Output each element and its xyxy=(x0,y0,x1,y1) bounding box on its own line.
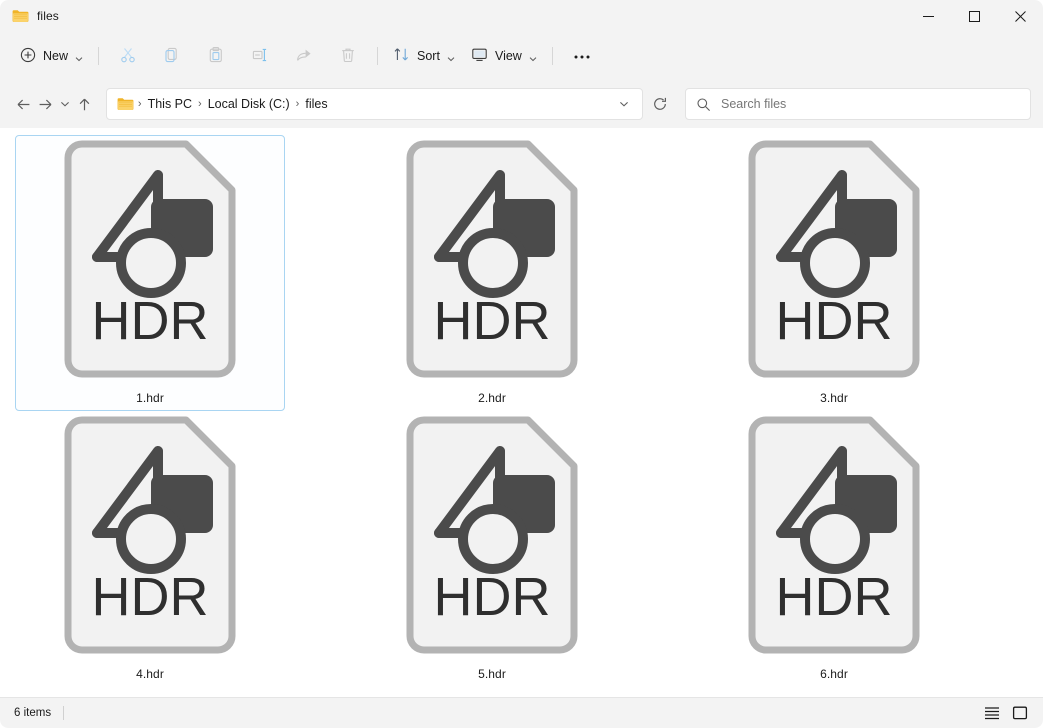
address-bar[interactable]: › This PC › Local Disk (C:) › files xyxy=(105,88,643,120)
recent-locations-button[interactable] xyxy=(56,89,74,119)
new-button[interactable]: New xyxy=(12,40,91,72)
rename-icon xyxy=(251,46,269,67)
search-box[interactable] xyxy=(684,88,1031,120)
file-grid: HDR 1.hdr HDR 2.hdr HDR 3.hdr HDR 4.hdr … xyxy=(8,134,1035,687)
large-icons-view-button[interactable] xyxy=(1007,701,1033,725)
svg-text:HDR: HDR xyxy=(92,567,209,627)
toolbar-separator-3 xyxy=(551,47,553,65)
back-button[interactable] xyxy=(12,89,34,119)
toolbar-separator xyxy=(98,47,100,65)
search-icon xyxy=(696,97,711,112)
toolbar-separator-2 xyxy=(377,47,379,65)
status-divider xyxy=(63,706,65,720)
file-item-label: 2.hdr xyxy=(478,391,506,405)
chevron-down-icon xyxy=(75,52,83,62)
file-item-label: 5.hdr xyxy=(478,667,506,681)
forward-button[interactable] xyxy=(34,89,56,119)
copy-icon xyxy=(163,46,181,67)
cut-button[interactable] xyxy=(106,40,150,72)
details-view-button[interactable] xyxy=(979,701,1005,725)
file-item-label: 4.hdr xyxy=(136,667,164,681)
delete-button[interactable] xyxy=(326,40,370,72)
view-mode-toggles xyxy=(979,701,1043,725)
view-button[interactable]: View xyxy=(463,40,545,72)
minimize-button[interactable] xyxy=(905,0,951,32)
hdr-file-icon: HDR xyxy=(739,415,929,655)
share-icon xyxy=(295,46,313,67)
breadcrumb: › This PC › Local Disk (C:) › files xyxy=(115,94,612,114)
file-list-area[interactable]: HDR 1.hdr HDR 2.hdr HDR 3.hdr HDR 4.hdr … xyxy=(0,128,1043,689)
rename-button[interactable] xyxy=(238,40,282,72)
chevron-down-icon xyxy=(447,52,455,62)
item-count-label: 6 items xyxy=(14,707,52,719)
ellipsis-icon xyxy=(573,49,591,63)
svg-text:HDR: HDR xyxy=(92,291,209,351)
close-button[interactable] xyxy=(997,0,1043,32)
sort-icon xyxy=(393,46,410,66)
maximize-button[interactable] xyxy=(951,0,997,32)
hdr-file-icon: HDR xyxy=(397,139,587,379)
new-button-label: New xyxy=(43,49,69,63)
file-item-label: 1.hdr xyxy=(136,391,164,405)
share-button[interactable] xyxy=(282,40,326,72)
file-explorer-window: files New Sort View › This PC › Local Di… xyxy=(0,0,1043,728)
svg-text:HDR: HDR xyxy=(776,291,893,351)
file-item-1[interactable]: HDR 1.hdr xyxy=(15,135,285,411)
monitor-icon xyxy=(471,46,488,66)
address-bar-actions xyxy=(612,91,636,117)
status-bar: 6 items xyxy=(0,697,1043,728)
address-row: › This PC › Local Disk (C:) › files xyxy=(0,80,1043,128)
address-dropdown-button[interactable] xyxy=(612,91,636,117)
svg-text:HDR: HDR xyxy=(776,567,893,627)
view-button-label: View xyxy=(494,49,522,63)
hdr-file-icon: HDR xyxy=(397,415,587,655)
folder-icon xyxy=(12,9,29,23)
breadcrumb-separator: › xyxy=(198,98,202,110)
sort-button[interactable]: Sort xyxy=(385,40,463,72)
breadcrumb-separator: › xyxy=(137,98,142,110)
command-toolbar: New Sort View xyxy=(0,32,1043,80)
file-item-6[interactable]: HDR 6.hdr xyxy=(699,411,969,687)
file-item-2[interactable]: HDR 2.hdr xyxy=(357,135,627,411)
refresh-button[interactable] xyxy=(649,89,671,119)
file-item-label: 6.hdr xyxy=(820,667,848,681)
file-item-4[interactable]: HDR 4.hdr xyxy=(15,411,285,687)
file-item-5[interactable]: HDR 5.hdr xyxy=(357,411,627,687)
window-controls xyxy=(905,0,1043,32)
search-input[interactable] xyxy=(720,97,1020,111)
breadcrumb-folder-icon[interactable] xyxy=(117,97,134,111)
chevron-down-icon xyxy=(529,52,537,62)
plus-circle-icon xyxy=(20,47,36,66)
title-bar-left: files xyxy=(0,0,59,32)
paste-icon xyxy=(207,46,225,67)
hdr-file-icon: HDR xyxy=(739,139,929,379)
file-item-label: 3.hdr xyxy=(820,391,848,405)
paste-button[interactable] xyxy=(194,40,238,72)
scissors-icon xyxy=(119,46,137,67)
hdr-file-icon: HDR xyxy=(55,139,245,379)
file-item-3[interactable]: HDR 3.hdr xyxy=(699,135,969,411)
svg-text:HDR: HDR xyxy=(434,291,551,351)
breadcrumb-item-this-pc[interactable]: This PC xyxy=(143,94,197,114)
window-title: files xyxy=(37,9,59,23)
trash-icon xyxy=(339,46,357,67)
title-bar: files xyxy=(0,0,1043,32)
hdr-file-icon: HDR xyxy=(55,415,245,655)
up-button[interactable] xyxy=(74,89,96,119)
svg-text:HDR: HDR xyxy=(434,567,551,627)
breadcrumb-item-files[interactable]: files xyxy=(300,94,332,114)
breadcrumb-item-local-disk[interactable]: Local Disk (C:) xyxy=(203,94,295,114)
sort-button-label: Sort xyxy=(417,49,440,63)
copy-button[interactable] xyxy=(150,40,194,72)
more-options-button[interactable] xyxy=(560,40,604,72)
